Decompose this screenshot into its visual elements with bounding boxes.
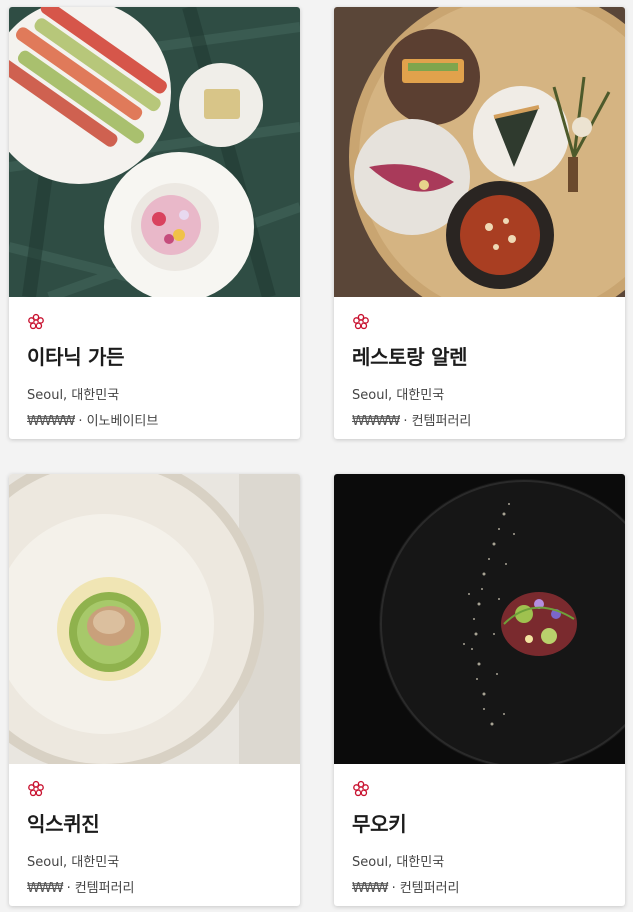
price-range: ₩₩₩₩ — [27, 414, 75, 429]
tasting-course-tray-photo[interactable] — [334, 7, 625, 297]
card-info: 레스토랑 알렌 Seoul, 대한민국 ₩₩₩₩ · 컨템퍼러리 — [334, 297, 625, 429]
restaurant-name[interactable]: 레스토랑 알렌 — [352, 341, 607, 370]
cuisine-type: 이노베이티브 — [86, 414, 159, 429]
michelin-star-icon — [27, 313, 45, 331]
restaurant-meta: ₩₩₩ · 컨템퍼러리 — [27, 877, 282, 896]
card-info: 익스퀴진 Seoul, 대한민국 ₩₩₩ · 컨템퍼러리 — [9, 764, 300, 896]
michelin-star-icon — [352, 313, 370, 331]
restaurant-name[interactable]: 익스퀴진 — [27, 808, 282, 837]
price-range: ₩₩₩ — [27, 881, 64, 896]
meta-separator: · — [66, 881, 71, 896]
restaurant-card[interactable]: 익스퀴진 Seoul, 대한민국 ₩₩₩ · 컨템퍼러리 — [9, 474, 300, 906]
restaurant-card[interactable]: 무오키 Seoul, 대한민국 ₩₩₩ · 컨템퍼러리 — [334, 474, 625, 906]
price-range: ₩₩₩ — [352, 881, 389, 896]
restaurant-location: Seoul, 대한민국 — [27, 388, 120, 403]
cuisine-type: 컨템퍼러리 — [399, 881, 460, 896]
meta-separator: · — [78, 414, 83, 429]
restaurant-meta: ₩₩₩₩ · 컨템퍼러리 — [352, 410, 607, 429]
restaurant-meta: ₩₩₩ · 컨템퍼러리 — [352, 877, 607, 896]
restaurant-name[interactable]: 이타닉 가든 — [27, 341, 282, 370]
card-info: 이타닉 가든 Seoul, 대한민국 ₩₩₩₩ · 이노베이티브 — [9, 297, 300, 429]
restaurant-card[interactable]: 이타닉 가든 Seoul, 대한민국 ₩₩₩₩ · 이노베이티브 — [9, 7, 300, 439]
cuisine-type: 컨템퍼러리 — [74, 881, 135, 896]
abalone-on-zucchini-photo[interactable] — [9, 474, 300, 764]
restaurant-name[interactable]: 무오키 — [352, 808, 607, 837]
restaurant-meta: ₩₩₩₩ · 이노베이티브 — [27, 410, 282, 429]
restaurant-grid: 이타닉 가든 Seoul, 대한민국 ₩₩₩₩ · 이노베이티브 레스토랑 알렌… — [0, 0, 633, 912]
michelin-star-icon — [352, 780, 370, 798]
restaurant-location: Seoul, 대한민국 — [352, 388, 445, 403]
restaurant-card[interactable]: 레스토랑 알렌 Seoul, 대한민국 ₩₩₩₩ · 컨템퍼러리 — [334, 7, 625, 439]
card-info: 무오키 Seoul, 대한민국 ₩₩₩ · 컨템퍼러리 — [334, 764, 625, 896]
plated-rhubarb-dish-photo[interactable] — [9, 7, 300, 297]
price-range: ₩₩₩₩ — [352, 414, 400, 429]
restaurant-location: Seoul, 대한민국 — [27, 855, 120, 870]
meta-separator: · — [391, 881, 396, 896]
dark-plate-garnish-photo[interactable] — [334, 474, 625, 764]
meta-separator: · — [403, 414, 408, 429]
restaurant-location: Seoul, 대한민국 — [352, 855, 445, 870]
michelin-star-icon — [27, 780, 45, 798]
cuisine-type: 컨템퍼러리 — [411, 414, 472, 429]
